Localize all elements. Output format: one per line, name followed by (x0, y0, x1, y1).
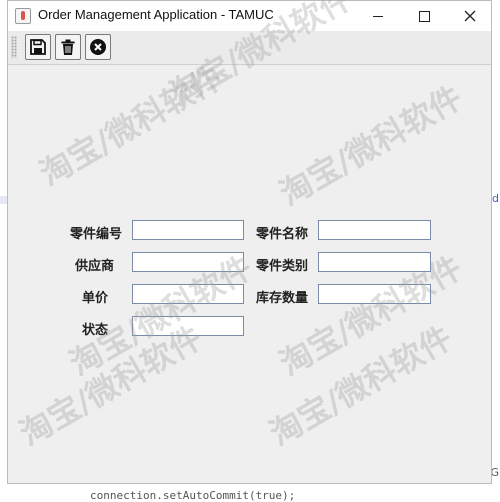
close-window-button[interactable] (447, 1, 493, 31)
minimize-icon (373, 15, 383, 17)
part-category-field[interactable] (318, 252, 431, 272)
form-panel: 零件编号 零件名称 供应商 零件类别 单价 库存数量 状态 (8, 65, 491, 483)
supplier-label: 供应商 (74, 259, 114, 274)
stock-quantity-field[interactable] (318, 284, 431, 304)
title-bar[interactable]: Order Management Application - TAMUC (8, 1, 491, 31)
maximize-icon (418, 10, 430, 22)
delete-button[interactable] (55, 34, 81, 60)
part-name-field[interactable] (318, 220, 431, 240)
stock-quantity-label: 库存数量 (255, 291, 308, 306)
background-ide-char: d (492, 192, 499, 205)
java-app-icon (15, 8, 31, 24)
trash-icon (61, 39, 75, 55)
status-label: 状态 (81, 323, 108, 338)
background-code-line: connection.setAutoCommit(true); (90, 489, 296, 502)
part-number-label: 零件编号 (69, 227, 122, 242)
unit-price-label: 单价 (81, 291, 108, 306)
save-button[interactable] (25, 34, 51, 60)
app-window: Order Management Application - TAMUC 零件编… (7, 0, 492, 484)
window-title: Order Management Application - TAMUC (38, 7, 274, 22)
status-field[interactable] (132, 316, 244, 336)
cancel-button[interactable] (85, 34, 111, 60)
maximize-button[interactable] (401, 1, 447, 31)
close-circle-icon (90, 39, 106, 55)
part-category-label: 零件类别 (255, 259, 308, 274)
close-icon (464, 10, 476, 22)
minimize-button[interactable] (355, 1, 401, 31)
floppy-disk-icon (30, 39, 46, 55)
toolbar (8, 31, 491, 65)
part-name-label: 零件名称 (255, 227, 308, 242)
toolbar-grip[interactable] (11, 36, 17, 58)
